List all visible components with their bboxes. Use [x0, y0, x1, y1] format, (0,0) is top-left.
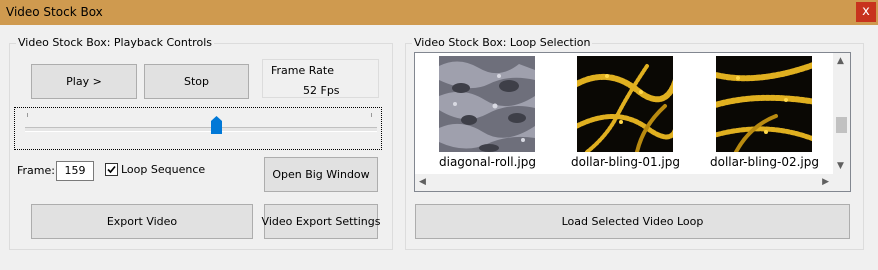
scroll-down-arrow-icon[interactable]: ▼ — [837, 161, 844, 171]
list-item[interactable]: diagonal-roll.jpg — [439, 56, 536, 172]
load-selected-video-loop-button[interactable]: Load Selected Video Loop — [415, 204, 850, 239]
loop-sequence-checkbox[interactable] — [105, 163, 118, 176]
gold-chain-thumbnail — [716, 56, 812, 152]
scroll-right-arrow-icon[interactable]: ▶ — [822, 177, 829, 187]
frame-rate-value: 52 Fps — [303, 84, 340, 97]
window-title: Video Stock Box — [6, 5, 103, 19]
frame-number-input[interactable]: 159 — [56, 161, 94, 181]
loop-group-label: Video Stock Box: Loop Selection — [412, 36, 593, 49]
checkmark-icon — [107, 165, 116, 174]
slider-thumb[interactable] — [210, 116, 222, 134]
frame-slider[interactable] — [14, 107, 382, 150]
close-icon: x — [862, 4, 870, 19]
scroll-up-arrow-icon[interactable]: ▲ — [837, 56, 844, 66]
slider-track — [25, 127, 377, 132]
playback-group-label: Video Stock Box: Playback Controls — [16, 36, 214, 49]
frame-label: Frame: — [17, 164, 55, 177]
list-item-caption: dollar-bling-02.jpg — [710, 155, 819, 169]
loop-sequence-label[interactable]: Loop Sequence — [121, 163, 205, 176]
slider-tick-end — [371, 113, 372, 117]
export-video-button[interactable]: Export Video — [31, 204, 253, 239]
open-big-window-button[interactable]: Open Big Window — [264, 157, 378, 192]
frame-rate-box: Frame Rate 52 Fps — [262, 59, 379, 98]
list-item-caption: diagonal-roll.jpg — [439, 155, 536, 169]
list-item[interactable]: dollar-bling-02.jpg — [710, 56, 819, 172]
list-item-caption: dollar-bling-01.jpg — [571, 155, 680, 169]
slider-tick-start — [27, 113, 28, 117]
vertical-scroll-thumb[interactable] — [836, 117, 847, 133]
close-button[interactable]: x — [856, 2, 876, 22]
video-export-settings-button[interactable]: Video Export Settings — [262, 204, 380, 239]
video-loop-list[interactable]: diagonal-roll.jpg dollar-bling-01.jpg do… — [414, 52, 851, 192]
play-button[interactable]: Play > — [31, 64, 137, 99]
window-body: Video Stock Box: Playback Controls Play … — [0, 25, 878, 270]
list-vertical-scrollbar[interactable]: ▲ ▼ — [833, 53, 850, 174]
frame-rate-label: Frame Rate — [271, 64, 334, 77]
list-item[interactable]: dollar-bling-01.jpg — [571, 56, 680, 172]
title-bar: Video Stock Box x — [0, 0, 878, 25]
stop-button[interactable]: Stop — [144, 64, 249, 99]
list-horizontal-scrollbar[interactable]: ◀ ▶ — [415, 174, 833, 191]
gold-chain-thumbnail — [577, 56, 673, 152]
scrollbar-corner — [833, 174, 850, 191]
scroll-left-arrow-icon[interactable]: ◀ — [419, 177, 426, 187]
gray-texture-thumbnail — [439, 56, 535, 152]
